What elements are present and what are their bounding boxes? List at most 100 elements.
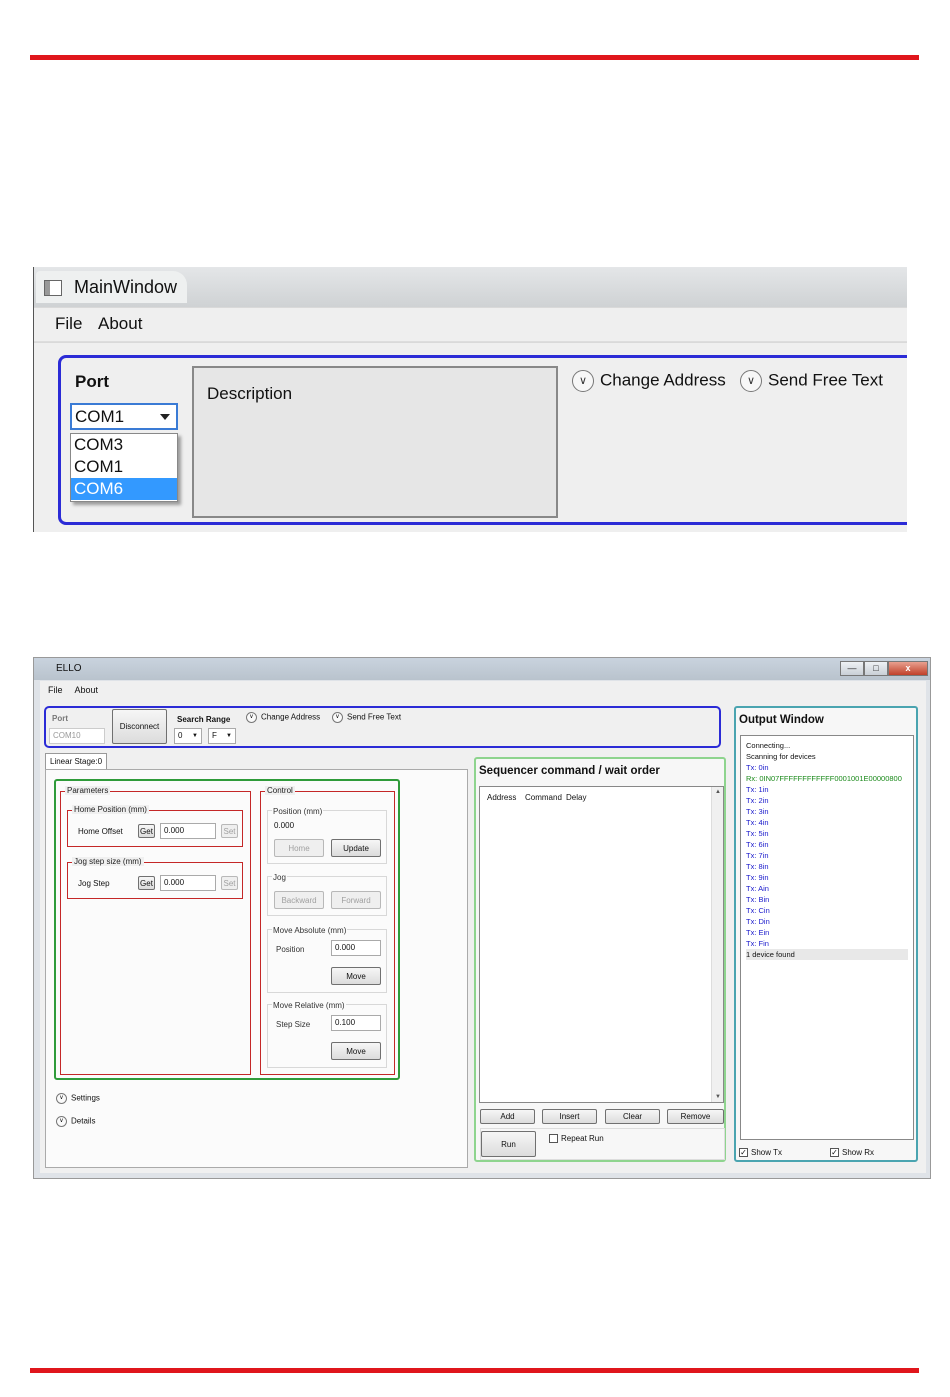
run-area: Run Repeat Run bbox=[480, 1128, 725, 1160]
checkbox-checked-icon: ✓ bbox=[830, 1148, 839, 1158]
dropdown-arrow-icon bbox=[160, 414, 170, 420]
position-value: 0.000 bbox=[274, 821, 295, 830]
output-line: Tx: 0in bbox=[746, 763, 769, 772]
output-log[interactable]: Connecting... Scanning for devices Tx: 0in… bbox=[740, 735, 914, 1140]
jog-step-set-button[interactable]: Set bbox=[221, 876, 238, 890]
move-absolute-label: Move Absolute (mm) bbox=[272, 926, 348, 935]
move-relative-label: Move Relative (mm) bbox=[272, 1001, 346, 1010]
minimize-button[interactable]: — bbox=[840, 661, 864, 676]
dropdown-item-com3[interactable]: COM3 bbox=[71, 434, 177, 456]
jog-step-value: 0.000 bbox=[164, 878, 185, 887]
add-button[interactable]: Add bbox=[480, 1109, 535, 1124]
output-panel: Output Window Connecting... Scanning for … bbox=[734, 706, 918, 1162]
dropdown-item-com1[interactable]: COM1 bbox=[71, 456, 177, 478]
output-line: Scanning for devices bbox=[746, 752, 816, 761]
output-line: Rx: 0IN07FFFFFFFFFFFF0001001E00000800 bbox=[746, 774, 902, 783]
show-tx-checkbox[interactable]: ✓ Show Tx bbox=[739, 1148, 782, 1158]
disconnect-button[interactable]: Disconnect bbox=[112, 709, 167, 744]
output-line: Tx: Bin bbox=[746, 895, 770, 904]
clear-button[interactable]: Clear bbox=[605, 1109, 660, 1124]
output-line: Tx: 8in bbox=[746, 862, 769, 871]
range-from-select[interactable]: 0 ▼ bbox=[174, 728, 202, 744]
home-button[interactable]: Home bbox=[274, 839, 324, 857]
update-button[interactable]: Update bbox=[331, 839, 381, 857]
move-absolute-subgroup: Move Absolute (mm) Position 0.000 Move bbox=[267, 926, 387, 993]
chevron-down-icon: ∨ bbox=[56, 1093, 67, 1104]
details-label: Details bbox=[71, 1116, 96, 1126]
move-absolute-value: 0.000 bbox=[335, 943, 356, 952]
backward-button[interactable]: Backward bbox=[274, 891, 324, 909]
output-line: Tx: Cin bbox=[746, 906, 770, 915]
send-free-text-expander[interactable]: ∨ Send Free Text bbox=[740, 370, 883, 392]
menu-bar: File About bbox=[34, 308, 907, 342]
home-offset-input[interactable]: 0.000 bbox=[160, 823, 216, 839]
send-free-text-expander[interactable]: ∨ Send Free Text bbox=[332, 712, 401, 723]
details-expander[interactable]: ∨ Details bbox=[56, 1116, 95, 1127]
menu-about[interactable]: About bbox=[98, 314, 142, 334]
output-line: Tx: Ain bbox=[746, 884, 769, 893]
move-relative-subgroup: Move Relative (mm) Step Size 0.100 Move bbox=[267, 1001, 387, 1068]
change-address-expander[interactable]: ∨ Change Address bbox=[246, 712, 320, 723]
output-line: Tx: Ein bbox=[746, 928, 770, 937]
move-absolute-input[interactable]: 0.000 bbox=[331, 940, 381, 956]
port-combo[interactable]: COM1 bbox=[70, 403, 178, 430]
menu-bar: File About bbox=[40, 681, 926, 699]
output-line: Tx: 1in bbox=[746, 785, 769, 794]
output-line: 1 device found bbox=[746, 949, 908, 960]
settings-label: Settings bbox=[71, 1093, 100, 1103]
forward-button[interactable]: Forward bbox=[331, 891, 381, 909]
home-offset-get-button[interactable]: Get bbox=[138, 824, 155, 838]
port-combo: COM10 bbox=[49, 728, 105, 744]
window-title: ELLO bbox=[56, 663, 82, 674]
column-address: Address bbox=[487, 793, 517, 802]
change-address-label: Change Address bbox=[600, 370, 726, 390]
port-label: Port bbox=[52, 714, 68, 723]
window-title-tab: MainWindow bbox=[36, 271, 188, 303]
output-title: Output Window bbox=[739, 714, 824, 726]
range-from-value: 0 bbox=[178, 731, 183, 740]
close-button[interactable]: x bbox=[888, 661, 928, 676]
jog-step-get-button[interactable]: Get bbox=[138, 876, 155, 890]
client-area: Port COM1 COM3 COM1 COM6 Description ∨ Ch… bbox=[34, 343, 907, 532]
dropdown-item-com6[interactable]: COM6 bbox=[71, 478, 177, 500]
connection-panel: Port COM10 Disconnect Search Range 0 ▼ F ▼… bbox=[44, 706, 721, 748]
description-label: Description bbox=[207, 384, 293, 403]
maximize-button[interactable]: □ bbox=[864, 661, 888, 676]
change-address-label: Change Address bbox=[261, 712, 321, 722]
tab-linear-stage[interactable]: Linear Stage:0 bbox=[45, 753, 108, 769]
run-button[interactable]: Run bbox=[481, 1131, 536, 1157]
menu-file[interactable]: File bbox=[48, 685, 63, 695]
show-rx-checkbox[interactable]: ✓ Show Rx bbox=[830, 1148, 874, 1158]
position-label: Position (mm) bbox=[272, 807, 324, 816]
insert-button[interactable]: Insert bbox=[542, 1109, 597, 1124]
parameters-group: Parameters Home Position (mm) Home Offse… bbox=[60, 786, 251, 1075]
window-buttons: — □ x bbox=[840, 661, 928, 676]
step-size-value: 0.100 bbox=[335, 1018, 356, 1027]
chevron-down-icon: ∨ bbox=[246, 712, 257, 723]
range-to-select[interactable]: F ▼ bbox=[208, 728, 236, 744]
home-offset-set-button[interactable]: Set bbox=[221, 824, 238, 838]
change-address-expander[interactable]: ∨ Change Address bbox=[572, 370, 726, 392]
menu-file[interactable]: File bbox=[55, 314, 82, 334]
move-absolute-position-label: Position bbox=[276, 945, 305, 954]
description-box: Description bbox=[192, 366, 558, 518]
repeat-run-checkbox[interactable]: Repeat Run bbox=[549, 1134, 604, 1144]
menu-about[interactable]: About bbox=[75, 685, 99, 695]
mainwindow-screenshot: MainWindow File About Port COM1 COM3 COM… bbox=[33, 267, 907, 532]
output-line: Tx: 7in bbox=[746, 851, 769, 860]
move-absolute-button[interactable]: Move bbox=[331, 967, 381, 985]
scrollbar[interactable]: ▲ ▼ bbox=[711, 787, 723, 1102]
sequencer-title: Sequencer command / wait order bbox=[479, 765, 660, 777]
remove-button[interactable]: Remove bbox=[667, 1109, 724, 1124]
step-size-input[interactable]: 0.100 bbox=[331, 1015, 381, 1031]
home-offset-label: Home Offset bbox=[78, 827, 123, 836]
chevron-down-icon: ∨ bbox=[332, 712, 343, 723]
column-delay: Delay bbox=[566, 793, 587, 802]
sequencer-list[interactable]: Address Command Delay ▲ ▼ bbox=[479, 786, 724, 1103]
settings-expander[interactable]: ∨ Settings bbox=[56, 1093, 100, 1104]
repeat-run-label: Repeat Run bbox=[561, 1134, 604, 1143]
port-label: Port bbox=[75, 372, 109, 391]
jog-step-input[interactable]: 0.000 bbox=[160, 875, 216, 891]
control-label: Control bbox=[265, 786, 295, 795]
move-relative-button[interactable]: Move bbox=[331, 1042, 381, 1060]
